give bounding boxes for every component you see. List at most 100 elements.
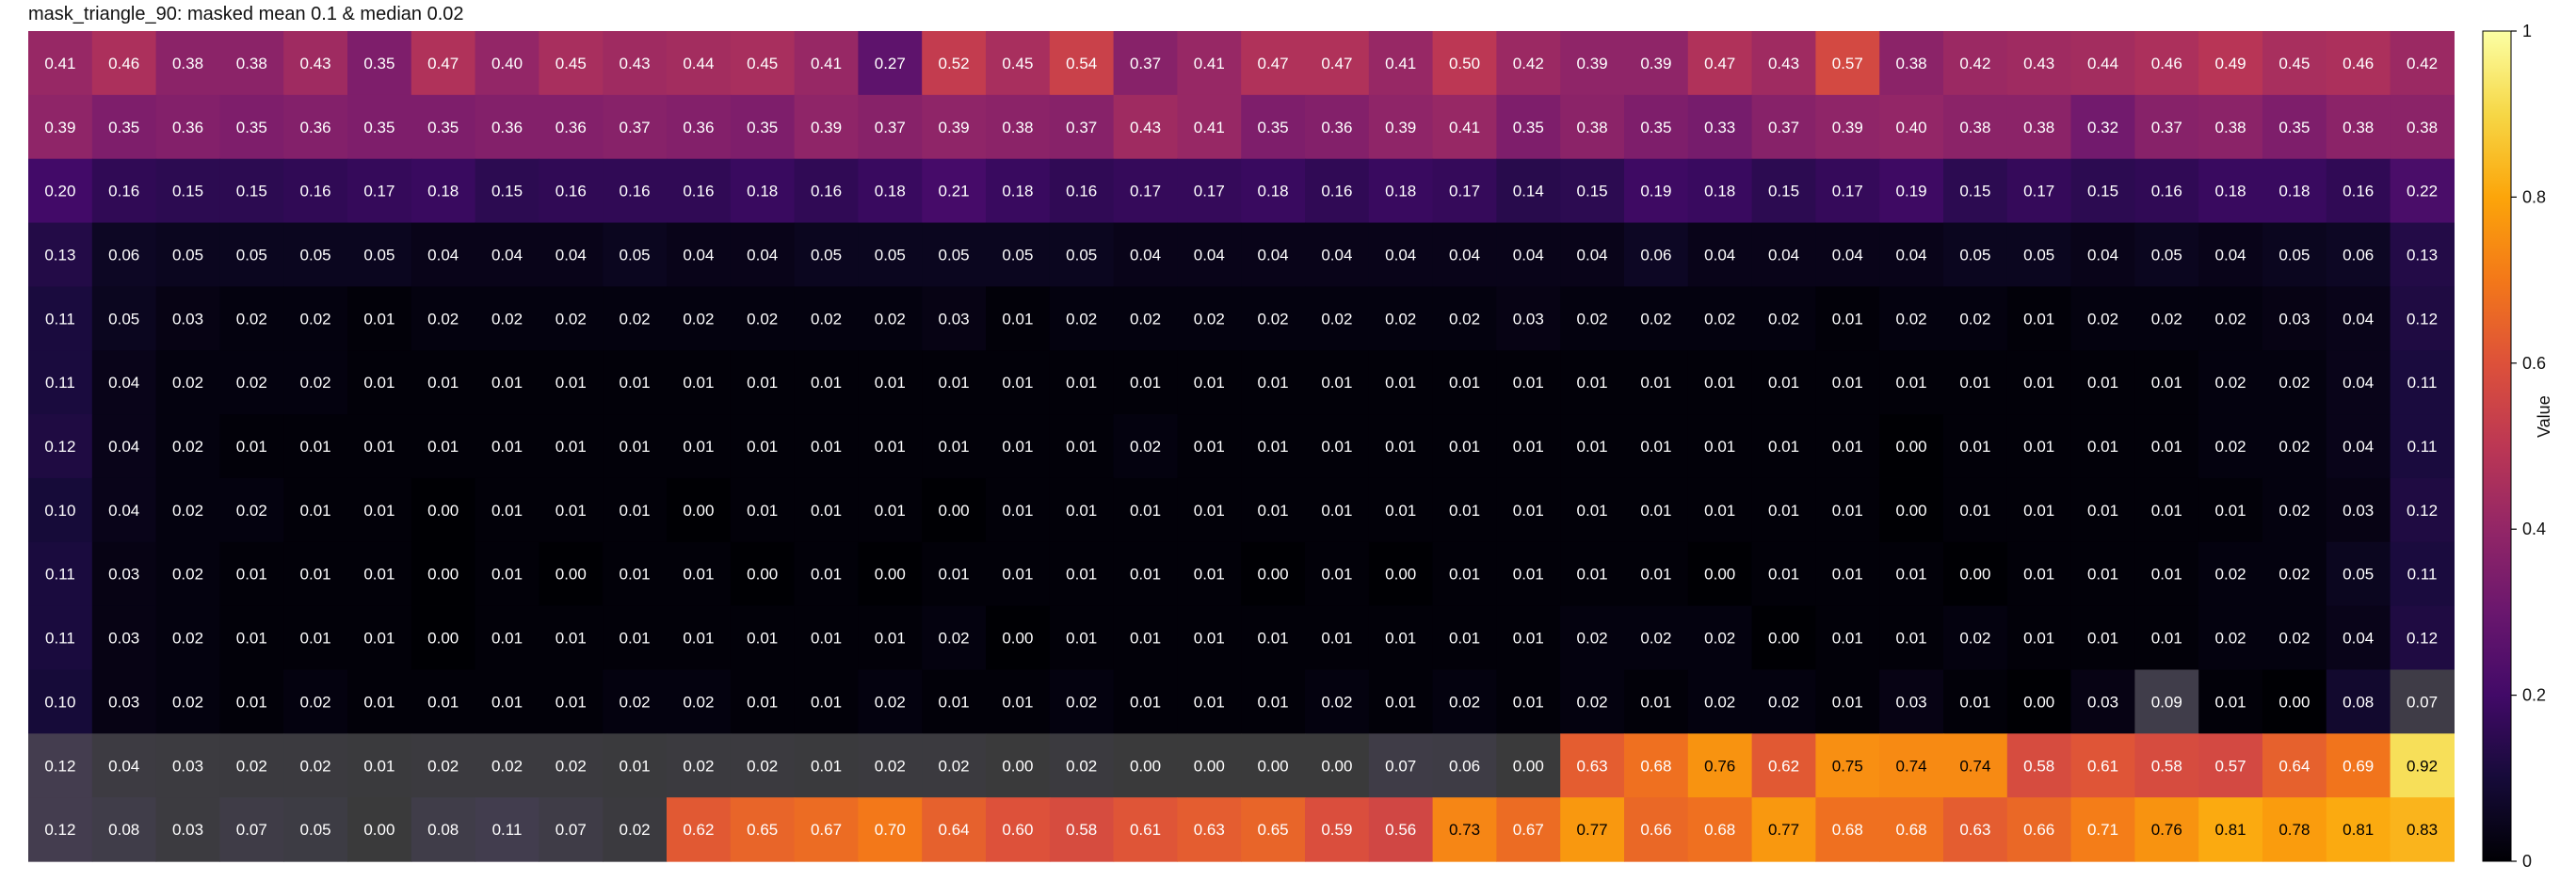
cell-value-label: 0.02 <box>683 310 714 328</box>
cell-value-label: 0.01 <box>1577 438 1608 456</box>
cell-value-label: 0.01 <box>1449 502 1480 520</box>
cell-value-label: 0.62 <box>683 821 714 839</box>
cell-value-label: 0.02 <box>1449 693 1480 711</box>
cell-value-label: 0.02 <box>236 757 267 775</box>
cell-value-label: 0.01 <box>1577 374 1608 392</box>
cell-value-label: 0.61 <box>2087 757 2118 775</box>
cell-value-label: 0.43 <box>2023 55 2054 72</box>
cell-value-label: 0.01 <box>1385 438 1416 456</box>
cell-value-label: 0.05 <box>939 246 970 264</box>
cell-value-label: 0.01 <box>747 630 778 648</box>
cell-value-label: 0.01 <box>939 374 970 392</box>
cell-value-label: 0.65 <box>1258 821 1289 839</box>
cell-value-label: 0.14 <box>1513 183 1544 200</box>
cell-value-label: 0.69 <box>2343 757 2374 775</box>
cell-value-label: 0.01 <box>1704 502 1735 520</box>
cell-value-label: 0.66 <box>2023 821 2054 839</box>
cell-value-label: 0.42 <box>2407 55 2438 72</box>
cell-value-label: 0.01 <box>2023 438 2054 456</box>
cell-value-label: 0.01 <box>1449 374 1480 392</box>
cell-value-label: 0.04 <box>747 246 778 264</box>
cell-value-label: 0.07 <box>555 821 587 839</box>
cell-value-label: 0.15 <box>1577 183 1608 200</box>
colorbar-tick-label: 0 <box>2522 852 2532 871</box>
cell-value-label: 0.00 <box>363 821 394 839</box>
cell-value-label: 0.02 <box>1449 310 1480 328</box>
cell-value-label: 0.09 <box>2151 693 2182 711</box>
cell-value-label: 0.38 <box>1959 119 1990 136</box>
cell-value-label: 0.35 <box>1258 119 1289 136</box>
cell-value-label: 0.04 <box>2343 438 2374 456</box>
cell-value-label: 0.08 <box>2343 693 2374 711</box>
cell-value-label: 0.11 <box>492 821 523 839</box>
cell-value-label: 0.40 <box>1896 119 1927 136</box>
cell-value-label: 0.01 <box>875 502 906 520</box>
cell-value-label: 0.01 <box>1640 566 1671 584</box>
cell-value-label: 0.00 <box>1959 566 1990 584</box>
cell-value-label: 0.02 <box>1640 310 1671 328</box>
cell-value-label: 0.01 <box>2023 374 2054 392</box>
cell-value-label: 0.42 <box>1959 55 1990 72</box>
cell-value-label: 0.01 <box>427 374 459 392</box>
cell-value-label: 0.02 <box>875 310 906 328</box>
cell-value-label: 0.02 <box>875 757 906 775</box>
cell-value-label: 0.12 <box>2407 502 2438 520</box>
cell-value-label: 0.02 <box>555 757 587 775</box>
cell-value-label: 0.58 <box>2151 757 2182 775</box>
cell-value-label: 0.00 <box>2023 693 2054 711</box>
cell-value-label: 0.36 <box>172 119 203 136</box>
cell-value-label: 0.13 <box>2407 246 2438 264</box>
cell-value-label: 0.02 <box>1130 438 1161 456</box>
cell-value-label: 0.01 <box>1896 630 1927 648</box>
cell-value-label: 0.01 <box>1130 630 1161 648</box>
cell-value-label: 0.58 <box>1066 821 1097 839</box>
cell-value-label: 0.02 <box>2215 438 2246 456</box>
cell-value-label: 0.01 <box>2023 566 2054 584</box>
cell-value-label: 0.01 <box>1321 630 1352 648</box>
chart-title: mask_triangle_90: masked mean 0.1 & medi… <box>28 4 464 24</box>
cell-value-label: 0.04 <box>1704 246 1735 264</box>
cell-value-label: 0.01 <box>1959 502 1990 520</box>
cell-value-label: 0.00 <box>1896 502 1927 520</box>
cell-value-label: 0.58 <box>2023 757 2054 775</box>
cell-value-label: 0.43 <box>1130 119 1161 136</box>
cell-value-label: 0.01 <box>683 566 714 584</box>
colorbar-tick-label: 0.4 <box>2522 520 2546 538</box>
cell-value-label: 0.70 <box>875 821 906 839</box>
cell-value-label: 0.00 <box>2278 693 2310 711</box>
cell-value-label: 0.01 <box>491 630 523 648</box>
cell-value-label: 0.76 <box>1704 757 1735 775</box>
cell-value-label: 0.01 <box>2087 566 2118 584</box>
cell-value-label: 0.02 <box>172 374 203 392</box>
cell-value-label: 0.04 <box>108 757 139 775</box>
cell-value-label: 0.39 <box>811 119 842 136</box>
cell-value-label: 0.02 <box>236 502 267 520</box>
cell-value-label: 0.20 <box>44 183 75 200</box>
cell-value-label: 0.00 <box>1896 438 1927 456</box>
cell-value-label: 0.04 <box>2215 246 2246 264</box>
cell-value-label: 0.38 <box>236 55 267 72</box>
cell-value-label: 0.02 <box>1768 693 1799 711</box>
cell-value-label: 0.11 <box>2407 566 2438 584</box>
cell-value-label: 0.04 <box>2343 374 2374 392</box>
cell-value-label: 0.67 <box>811 821 842 839</box>
cell-value-label: 0.04 <box>2087 246 2118 264</box>
cell-value-label: 0.01 <box>363 757 394 775</box>
cell-value-label: 0.01 <box>939 438 970 456</box>
cell-value-label: 0.05 <box>2151 246 2182 264</box>
cell-value-label: 0.02 <box>2215 566 2246 584</box>
cell-value-label: 0.01 <box>555 630 587 648</box>
cell-value-label: 0.35 <box>363 55 394 72</box>
cell-value-label: 0.83 <box>2407 821 2438 839</box>
cell-value-label: 0.02 <box>172 502 203 520</box>
cell-value-label: 0.01 <box>683 630 714 648</box>
cell-value-label: 0.46 <box>108 55 139 72</box>
cell-value-label: 0.15 <box>491 183 523 200</box>
cell-value-label: 0.18 <box>427 183 459 200</box>
cell-value-label: 0.36 <box>300 119 331 136</box>
cell-value-label: 0.01 <box>1768 566 1799 584</box>
cell-value-label: 0.02 <box>427 757 459 775</box>
cell-value-label: 0.68 <box>1896 821 1927 839</box>
cell-value-label: 0.01 <box>747 502 778 520</box>
cell-value-label: 0.07 <box>1385 757 1416 775</box>
